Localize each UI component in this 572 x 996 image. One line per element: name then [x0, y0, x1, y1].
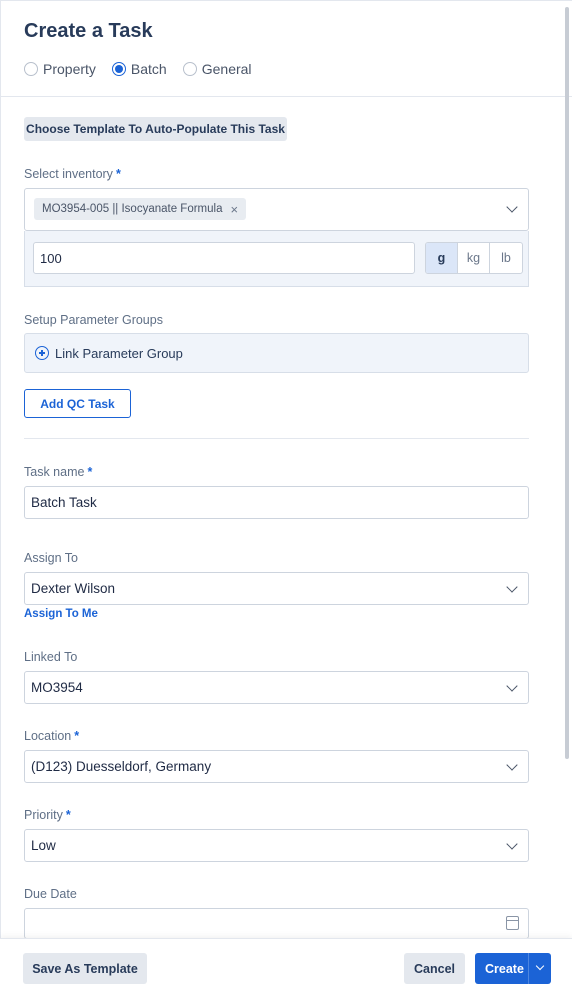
divider	[1, 96, 572, 97]
divider	[24, 438, 529, 439]
scrollbar[interactable]	[565, 7, 569, 759]
create-button-label: Create	[485, 961, 524, 976]
location-label-text: Location	[24, 729, 72, 743]
inventory-chip-label: MO3954-005 || Isocyanate Formula	[42, 203, 223, 215]
unit-toggle: g kg lb	[425, 242, 523, 274]
priority-select[interactable]: Low	[24, 829, 529, 862]
close-icon[interactable]: ×	[230, 202, 238, 217]
task-type-radio-group: Property Batch General	[24, 61, 252, 77]
calendar-icon[interactable]	[506, 916, 519, 930]
quantity-area: 100 g kg lb	[24, 231, 529, 287]
assign-to-label: Assign To	[24, 551, 78, 565]
link-parameter-group-button[interactable]: Link Parameter Group	[24, 333, 529, 373]
inventory-chip: MO3954-005 || Isocyanate Formula ×	[34, 198, 247, 220]
footer-bar: Save As Template Cancel Create	[0, 938, 572, 996]
chevron-down-icon[interactable]	[535, 961, 545, 971]
quantity-input[interactable]: 100	[33, 242, 415, 274]
linked-to-value: MO3954	[31, 680, 83, 695]
inventory-label: Select inventory *	[24, 167, 121, 181]
inventory-select[interactable]: MO3954-005 || Isocyanate Formula ×	[24, 188, 529, 231]
choose-template-button[interactable]: Choose Template To Auto-Populate This Ta…	[24, 117, 287, 141]
linked-to-label: Linked To	[24, 650, 78, 664]
priority-value: Low	[31, 838, 56, 853]
required-mark: *	[65, 808, 71, 822]
add-qc-task-button[interactable]: Add QC Task	[24, 389, 131, 418]
unit-g[interactable]: g	[426, 243, 458, 273]
linked-to-select[interactable]: MO3954	[24, 671, 529, 704]
chevron-down-icon[interactable]	[506, 581, 518, 593]
task-name-input[interactable]: Batch Task	[24, 486, 529, 519]
chevron-down-icon[interactable]	[506, 759, 518, 771]
radio-icon	[24, 62, 38, 76]
chevron-down-icon[interactable]	[506, 838, 518, 850]
due-date-label: Due Date	[24, 887, 77, 901]
chevron-down-icon[interactable]	[506, 201, 518, 213]
priority-label-text: Priority	[24, 808, 63, 822]
required-mark: *	[115, 167, 121, 181]
unit-lb[interactable]: lb	[490, 243, 522, 273]
radio-general[interactable]: General	[182, 61, 252, 77]
create-task-panel: Create a Task Property Batch General Cho…	[0, 0, 572, 996]
parameter-groups-label: Setup Parameter Groups	[24, 313, 163, 327]
assign-to-select[interactable]: Dexter Wilson	[24, 572, 529, 605]
task-name-label-text: Task name	[24, 465, 85, 479]
radio-label-property: Property	[43, 61, 96, 77]
link-parameter-group-label: Link Parameter Group	[55, 345, 183, 361]
radio-property[interactable]: Property	[24, 61, 96, 77]
location-label: Location *	[24, 729, 79, 743]
radio-batch[interactable]: Batch	[111, 61, 167, 77]
inventory-label-text: Select inventory	[24, 167, 113, 181]
assign-to-value: Dexter Wilson	[31, 581, 116, 596]
cancel-button[interactable]: Cancel	[404, 953, 465, 984]
save-as-template-button[interactable]: Save As Template	[23, 953, 147, 984]
location-value: (D123) Duesseldorf, Germany	[31, 759, 212, 774]
location-select[interactable]: (D123) Duesseldorf, Germany	[24, 750, 529, 783]
radio-label-batch: Batch	[130, 61, 167, 77]
create-button[interactable]: Create	[475, 953, 551, 984]
plus-circle-icon	[35, 346, 49, 360]
priority-label: Priority *	[24, 808, 71, 822]
required-mark: *	[87, 465, 93, 479]
assign-to-me-link[interactable]: Assign To Me	[24, 608, 98, 620]
due-date-input[interactable]	[24, 908, 529, 939]
unit-kg[interactable]: kg	[458, 243, 490, 273]
task-name-label: Task name *	[24, 465, 92, 479]
radio-icon	[182, 62, 197, 76]
split-divider	[528, 953, 529, 984]
chevron-down-icon[interactable]	[506, 680, 518, 692]
radio-label-general: General	[201, 61, 252, 77]
radio-icon	[111, 62, 126, 76]
required-mark: *	[74, 729, 80, 743]
page-title: Create a Task	[24, 20, 153, 42]
